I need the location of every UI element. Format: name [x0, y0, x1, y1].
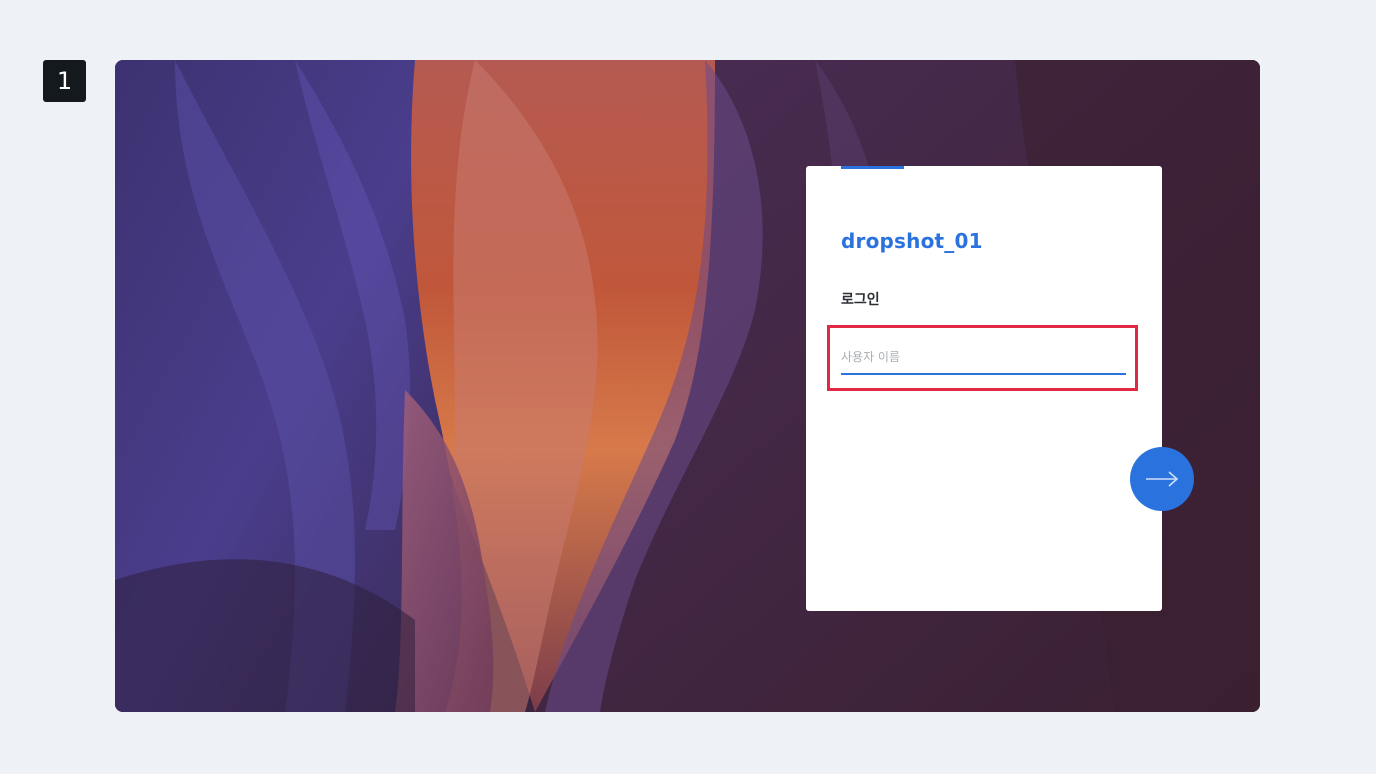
card-accent-bar: [841, 166, 904, 169]
app-name-heading: dropshot_01: [841, 229, 983, 253]
login-card: dropshot_01 로그인: [806, 166, 1162, 611]
login-screen: dropshot_01 로그인: [115, 60, 1260, 712]
username-input[interactable]: [841, 341, 1126, 375]
step-number-badge: 1: [43, 60, 86, 102]
login-title: 로그인: [841, 292, 880, 308]
arrow-right-icon: [1146, 471, 1179, 487]
next-button[interactable]: [1130, 447, 1194, 511]
